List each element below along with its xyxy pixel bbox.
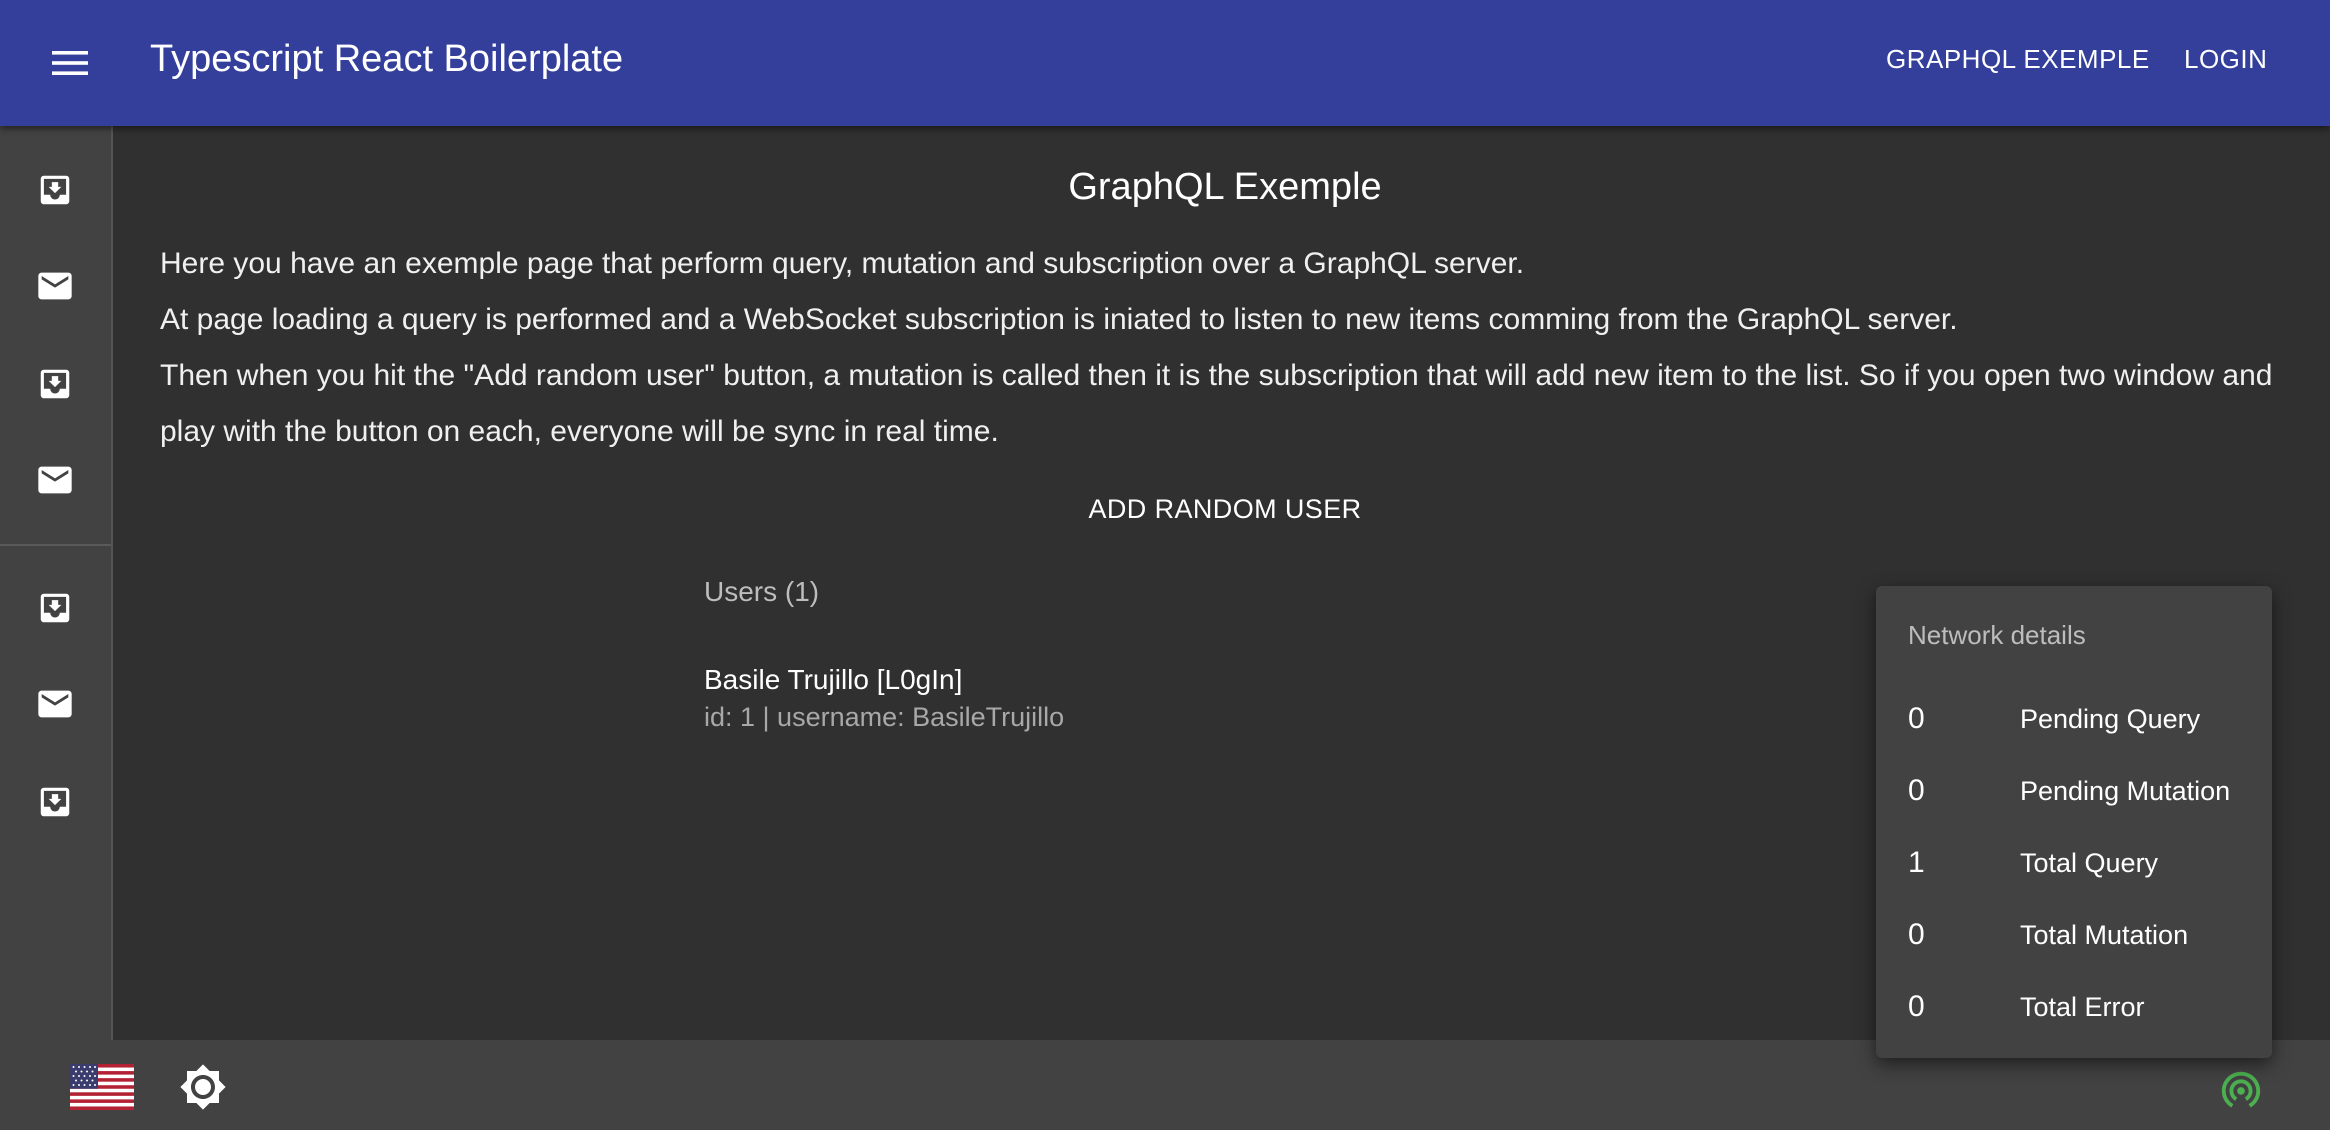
- network-row-pending-query: 0 Pending Query: [1876, 694, 2272, 744]
- sidebar-item-inbox-1[interactable]: [0, 150, 110, 230]
- mail-icon: [38, 466, 72, 494]
- sidebar-item-inbox-3[interactable]: [0, 568, 110, 648]
- network-value: 0: [1908, 774, 1925, 807]
- sidebar-item-mail-1[interactable]: [0, 246, 110, 326]
- add-random-user-button[interactable]: ADD RANDOM USER: [1080, 486, 1370, 532]
- network-row-total-error: 0 Total Error: [1876, 982, 2272, 1032]
- language-button[interactable]: [70, 1064, 134, 1110]
- sidebar: [0, 126, 113, 1040]
- users-list-header: Users (1): [704, 576, 820, 607]
- intro-paragraph-2: At page loading a query is performed and…: [160, 303, 1958, 336]
- network-label: Pending Query: [2020, 704, 2201, 734]
- mail-icon: [38, 272, 72, 300]
- sidebar-item-mail-2[interactable]: [0, 440, 110, 520]
- sidebar-divider: [0, 544, 111, 546]
- network-details-panel: Network details 0 Pending Query 0 Pendin…: [1876, 586, 2272, 1058]
- move-to-inbox-icon: [40, 175, 70, 205]
- sidebar-item-inbox-2[interactable]: [0, 344, 110, 424]
- network-status-button[interactable]: [2218, 1066, 2264, 1112]
- us-flag-icon: [70, 1064, 134, 1110]
- network-status-icon: [2221, 1071, 2261, 1108]
- network-value: 0: [1908, 990, 1925, 1023]
- network-label: Total Query: [2020, 848, 2159, 878]
- user-details: id: 1 | username: BasileTrujillo: [704, 702, 1065, 732]
- network-row-pending-mutation: 0 Pending Mutation: [1876, 766, 2272, 816]
- move-to-inbox-icon: [40, 369, 70, 399]
- sidebar-item-mail-3[interactable]: [0, 664, 110, 744]
- intro-paragraph-3: Then when you hit the "Add random user" …: [160, 359, 2273, 448]
- network-label: Total Error: [2020, 992, 2145, 1022]
- list-item[interactable]: Basile Trujillo [L0gIn] id: 1 | username…: [704, 662, 1304, 736]
- app-bar: Typescript React Boilerplate GRAPHQL EXE…: [0, 0, 2330, 126]
- move-to-inbox-icon: [40, 787, 70, 817]
- mail-icon: [38, 690, 72, 718]
- brightness-icon: [180, 1064, 226, 1110]
- network-label: Total Mutation: [2020, 920, 2189, 950]
- move-to-inbox-icon: [40, 593, 70, 623]
- network-value: 0: [1908, 702, 1925, 735]
- nav-login[interactable]: LOGIN: [2184, 44, 2267, 75]
- theme-toggle-button[interactable]: [178, 1062, 228, 1112]
- network-label: Pending Mutation: [2020, 776, 2231, 806]
- network-row-total-query: 1 Total Query: [1876, 838, 2272, 888]
- menu-icon: [52, 51, 88, 75]
- menu-button[interactable]: [30, 30, 110, 96]
- network-value: 1: [1908, 846, 1925, 879]
- intro-paragraph-1: Here you have an exemple page that perfo…: [160, 247, 1525, 280]
- sidebar-item-inbox-4[interactable]: [0, 762, 110, 842]
- network-value: 0: [1908, 918, 1925, 951]
- user-name: Basile Trujillo [L0gIn]: [704, 664, 963, 695]
- app-title: Typescript React Boilerplate: [150, 38, 624, 80]
- network-details-title: Network details: [1908, 620, 2086, 650]
- nav-graphql-exemple[interactable]: GRAPHQL EXEMPLE: [1886, 44, 2150, 75]
- network-row-total-mutation: 0 Total Mutation: [1876, 910, 2272, 960]
- page-title: GraphQL Exemple: [1068, 166, 1382, 208]
